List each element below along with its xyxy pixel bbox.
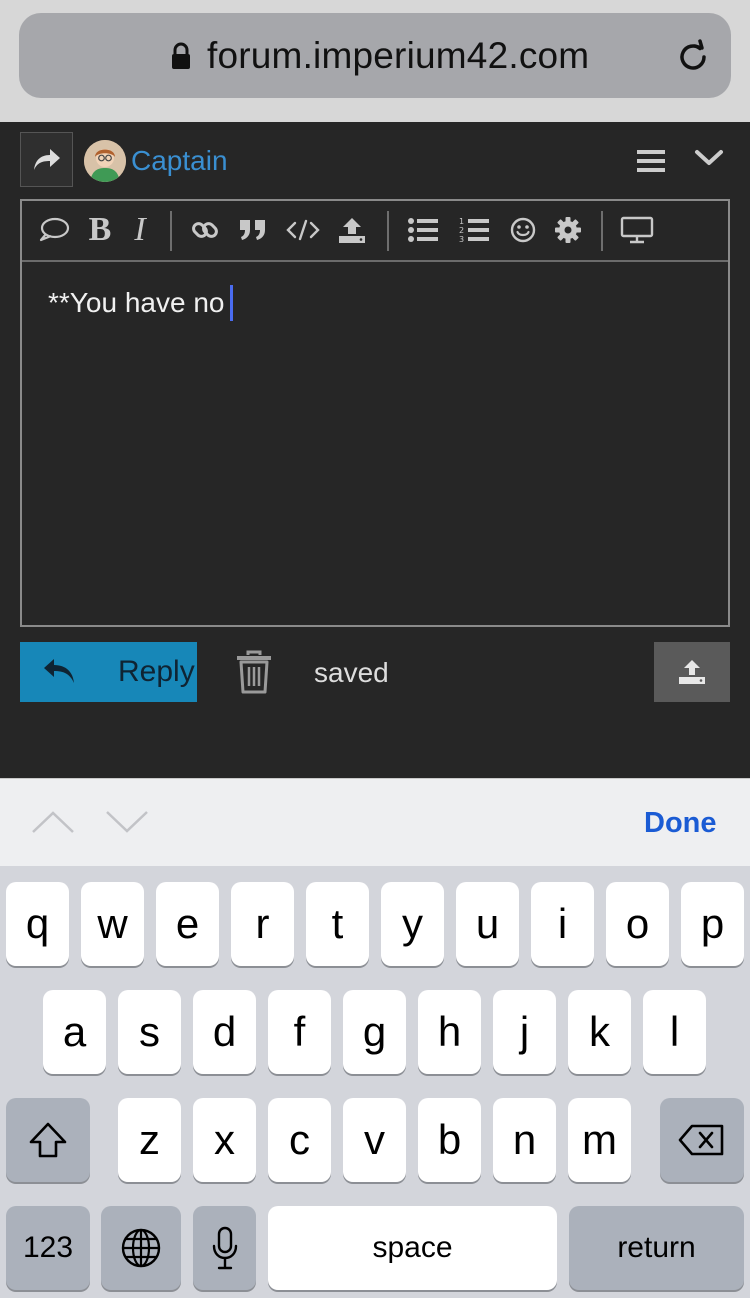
svg-text:1: 1 <box>459 217 464 226</box>
editor-content: **You have no <box>48 287 225 318</box>
upload-icon <box>679 660 705 684</box>
delete-key[interactable] <box>660 1098 744 1182</box>
key-o[interactable]: o <box>606 882 669 966</box>
key-c[interactable]: c <box>268 1098 331 1182</box>
avatar-image <box>84 140 126 182</box>
text-caret <box>230 285 234 321</box>
quote-icon[interactable] <box>237 213 269 247</box>
editor: B I 123 **You have no <box>20 199 730 627</box>
key-g[interactable]: g <box>343 990 406 1074</box>
key-e[interactable]: e <box>156 882 219 966</box>
key-t[interactable]: t <box>306 882 369 966</box>
key-n[interactable]: n <box>493 1098 556 1182</box>
save-status: saved <box>314 657 389 688</box>
reply-button-label: Reply <box>118 655 195 688</box>
done-button[interactable]: Done <box>644 805 717 841</box>
key-p[interactable]: p <box>681 882 744 966</box>
url-text: forum.imperium42.com <box>207 35 590 76</box>
svg-text:3: 3 <box>459 235 464 244</box>
key-q[interactable]: q <box>6 882 69 966</box>
gear-icon[interactable] <box>553 213 583 247</box>
chevron-down-icon[interactable] <box>104 809 150 835</box>
backspace-icon <box>678 1124 724 1156</box>
browser-bar: forum.imperium42.com <box>0 0 750 122</box>
key-f[interactable]: f <box>268 990 331 1074</box>
italic-icon[interactable]: I <box>128 211 152 248</box>
reload-icon[interactable] <box>673 37 713 77</box>
reply-button[interactable]: Reply <box>20 642 197 702</box>
onscreen-keyboard: qwertyuiop asdfghjkl zxcvbnm 123 space r… <box>0 866 750 1298</box>
code-icon[interactable] <box>286 213 320 247</box>
return-key[interactable]: return <box>569 1206 744 1290</box>
key-w[interactable]: w <box>81 882 144 966</box>
key-k[interactable]: k <box>568 990 631 1074</box>
numbered-list-icon[interactable]: 123 <box>457 213 491 247</box>
url-field[interactable]: forum.imperium42.com <box>19 13 731 98</box>
key-z[interactable]: z <box>118 1098 181 1182</box>
hamburger-menu-icon[interactable] <box>637 149 665 173</box>
editor-textarea[interactable]: **You have no <box>48 285 234 321</box>
key-u[interactable]: u <box>456 882 519 966</box>
key-s[interactable]: s <box>118 990 181 1074</box>
share-button[interactable] <box>20 132 73 187</box>
space-key[interactable]: space <box>268 1206 557 1290</box>
upload-icon[interactable] <box>336 213 368 247</box>
key-r[interactable]: r <box>231 882 294 966</box>
bold-icon[interactable]: B <box>86 211 114 248</box>
lock-icon <box>172 42 190 69</box>
upload-button[interactable] <box>654 642 730 702</box>
key-d[interactable]: d <box>193 990 256 1074</box>
toolbar-divider <box>601 211 603 251</box>
key-b[interactable]: b <box>418 1098 481 1182</box>
key-l[interactable]: l <box>643 990 706 1074</box>
shift-key[interactable] <box>6 1098 90 1182</box>
globe-key[interactable] <box>101 1206 181 1290</box>
reply-arrow-icon <box>44 659 74 683</box>
key-i[interactable]: i <box>531 882 594 966</box>
microphone-icon <box>212 1226 237 1270</box>
chevron-down-icon[interactable] <box>694 148 724 168</box>
username-link[interactable]: Captain <box>131 143 228 179</box>
emoji-icon[interactable] <box>508 213 538 247</box>
keyboard-accessory-bar: Done <box>0 778 750 866</box>
bullet-list-icon[interactable] <box>406 213 440 247</box>
reply-composer: Captain B I 1 2 3 **You have no Reply sa… <box>0 122 750 778</box>
avatar <box>84 140 126 182</box>
trash-icon[interactable] <box>235 650 273 694</box>
chevron-up-icon[interactable] <box>30 809 76 835</box>
key-m[interactable]: m <box>568 1098 631 1182</box>
toolbar-divider <box>387 211 389 251</box>
svg-text:2: 2 <box>459 226 464 235</box>
preview-monitor-icon[interactable] <box>620 213 654 247</box>
key-v[interactable]: v <box>343 1098 406 1182</box>
key-a[interactable]: a <box>43 990 106 1074</box>
link-icon[interactable] <box>189 213 221 247</box>
numbers-key[interactable]: 123 <box>6 1206 90 1290</box>
dictation-key[interactable] <box>193 1206 256 1290</box>
key-x[interactable]: x <box>193 1098 256 1182</box>
key-y[interactable]: y <box>381 882 444 966</box>
key-j[interactable]: j <box>493 990 556 1074</box>
toolbar-divider <box>170 211 172 251</box>
share-arrow-icon <box>33 148 60 170</box>
shift-arrow-icon <box>29 1122 67 1158</box>
speech-bubble-icon[interactable] <box>37 213 71 247</box>
globe-icon <box>121 1228 161 1268</box>
key-h[interactable]: h <box>418 990 481 1074</box>
formatting-toolbar: B I 123 <box>22 201 728 262</box>
